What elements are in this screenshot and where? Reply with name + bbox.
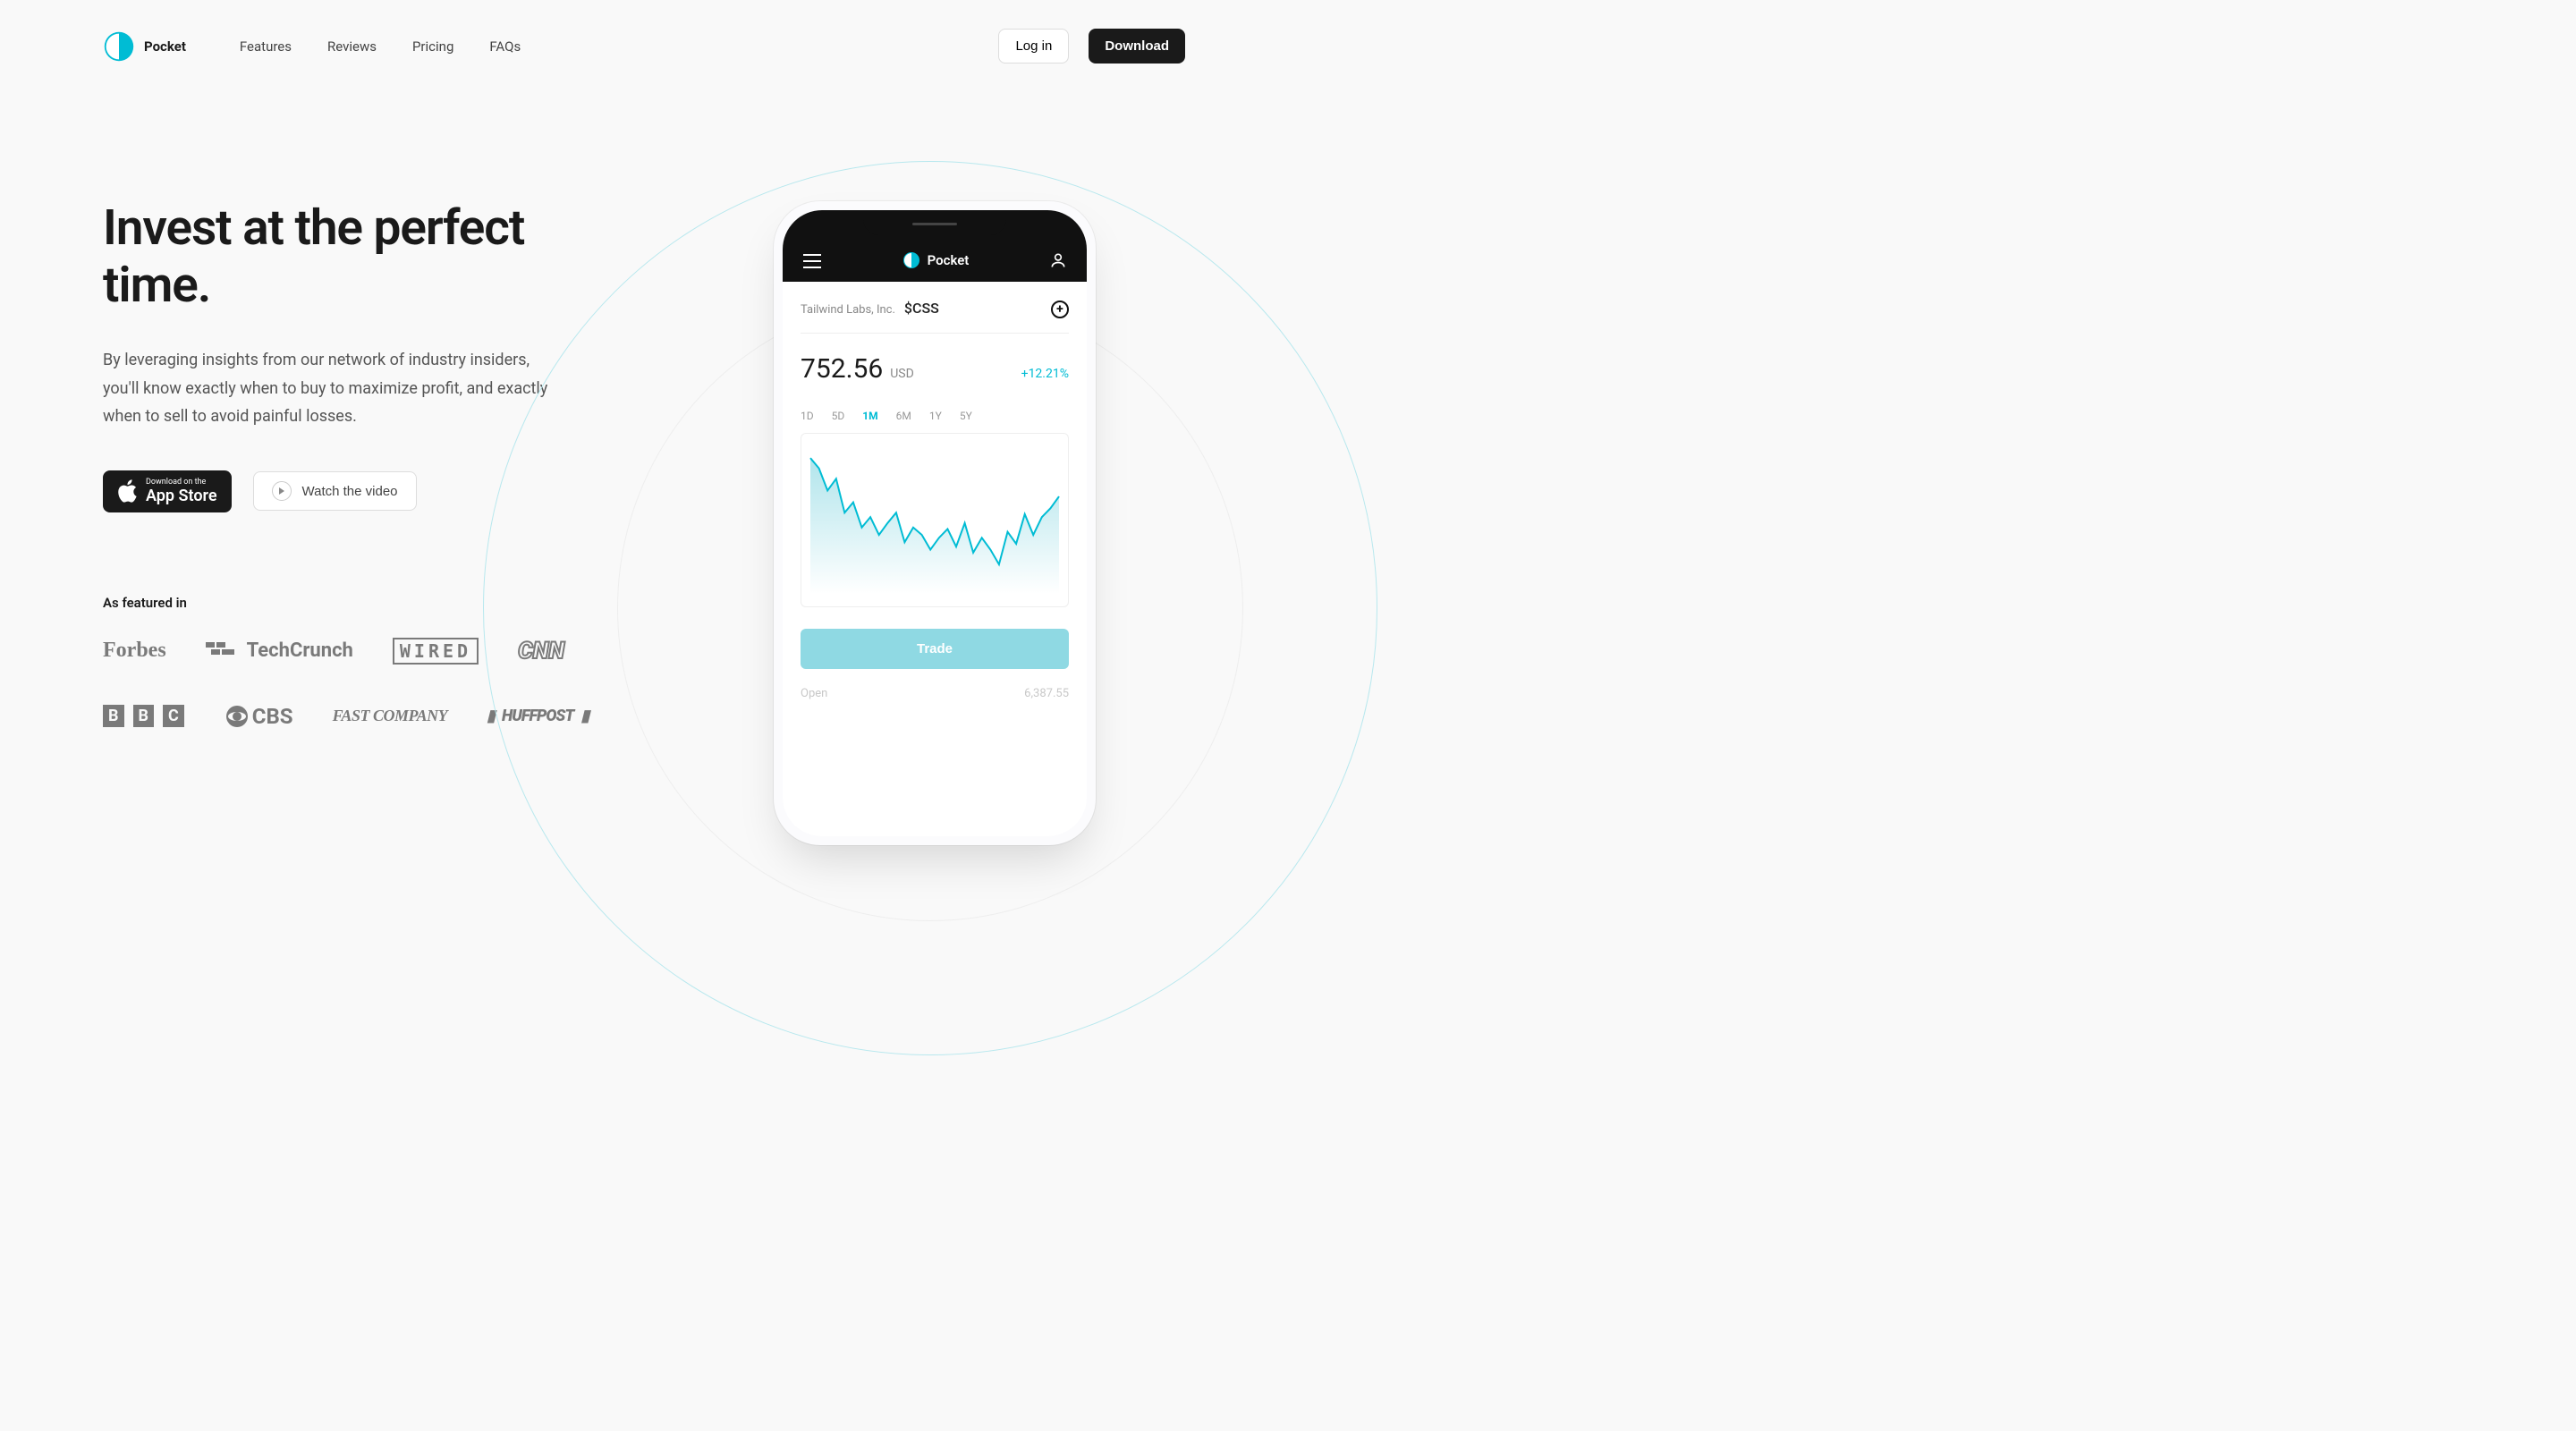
nav-features[interactable]: Features (240, 38, 292, 55)
header-actions: Log in Download (998, 29, 1185, 64)
phone-screen: Pocket Tailwind Labs, Inc. $CSS + 752.56… (783, 210, 1087, 836)
nav-faqs[interactable]: FAQs (489, 38, 521, 55)
watch-video-label: Watch the video (302, 484, 398, 499)
hero-section: Invest at the perfect time. By leveragin… (0, 92, 653, 512)
logo-forbes: Forbes (103, 639, 166, 663)
stock-price: 752.56 (801, 353, 883, 385)
open-row: Open 6,387.55 (801, 669, 1069, 700)
open-label: Open (801, 687, 827, 700)
pocket-logo-icon (902, 251, 920, 269)
user-icon[interactable] (1049, 251, 1067, 269)
period-6m[interactable]: 6M (896, 410, 911, 422)
app-store-button[interactable]: Download on the App Store (103, 470, 232, 512)
stock-header-row: Tailwind Labs, Inc. $CSS + (801, 300, 1069, 334)
company-name: Tailwind Labs, Inc. (801, 303, 895, 317)
logo-wired: WIRED (393, 638, 479, 665)
brand-name: Pocket (144, 38, 186, 55)
period-selector: 1D 5D 1M 6M 1Y 5Y (801, 385, 1069, 433)
hero-title: Invest at the perfect time. (103, 199, 550, 314)
logo-cnn: CNN (518, 638, 564, 665)
apple-icon (117, 479, 137, 503)
price-chart (801, 433, 1069, 607)
nav-reviews[interactable]: Reviews (327, 38, 377, 55)
period-1y[interactable]: 1Y (929, 410, 942, 422)
period-5y[interactable]: 5Y (960, 410, 972, 422)
logo-techcrunch: TechCrunch (206, 639, 353, 662)
open-value: 6,387.55 (1024, 687, 1069, 700)
play-icon (272, 481, 292, 501)
hero-cta-group: Download on the App Store Watch the vide… (103, 470, 550, 512)
price-change: +12.21% (1021, 367, 1069, 381)
app-store-text: Download on the App Store (146, 478, 217, 505)
primary-nav: Features Reviews Pricing FAQs (240, 38, 521, 55)
logo-cbs: CBS (225, 704, 293, 729)
period-1m[interactable]: 1M (862, 410, 877, 422)
add-icon[interactable]: + (1051, 301, 1069, 318)
period-1d[interactable]: 1D (801, 410, 814, 422)
ticker-symbol: $CSS (904, 300, 939, 317)
featured-logos: Forbes TechCrunch WIRED CNN BBC CBS FAST… (103, 638, 657, 729)
pocket-logo-icon (103, 30, 135, 63)
currency-label: USD (890, 367, 914, 381)
app-title: Pocket (928, 252, 970, 268)
brand-logo-group[interactable]: Pocket (103, 30, 186, 63)
download-button[interactable]: Download (1089, 29, 1185, 64)
app-store-label: App Store (146, 487, 217, 505)
menu-icon[interactable] (802, 253, 822, 269)
nav-pricing[interactable]: Pricing (412, 38, 453, 55)
logo-bbc: BBC (103, 705, 186, 727)
period-5d[interactable]: 5D (832, 410, 845, 422)
logo-fastcompany: FAST COMPANY (333, 707, 448, 725)
logo-huffpost: ▮HUFFPOST▮ (487, 707, 589, 725)
phone-notch (863, 210, 1006, 235)
price-row: 752.56 USD +12.21% (801, 334, 1069, 385)
login-button[interactable]: Log in (998, 29, 1069, 64)
phone-mockup: Pocket Tailwind Labs, Inc. $CSS + 752.56… (774, 201, 1096, 845)
trade-button[interactable]: Trade (801, 629, 1069, 669)
hero-subtitle: By leveraging insights from our network … (103, 346, 550, 431)
app-store-overline: Download on the (146, 478, 217, 487)
site-header: Pocket Features Reviews Pricing FAQs Log… (0, 0, 1288, 92)
app-title-group: Pocket (902, 251, 970, 269)
watch-video-button[interactable]: Watch the video (253, 471, 417, 511)
app-body: Tailwind Labs, Inc. $CSS + 752.56 USD +1… (783, 282, 1087, 718)
